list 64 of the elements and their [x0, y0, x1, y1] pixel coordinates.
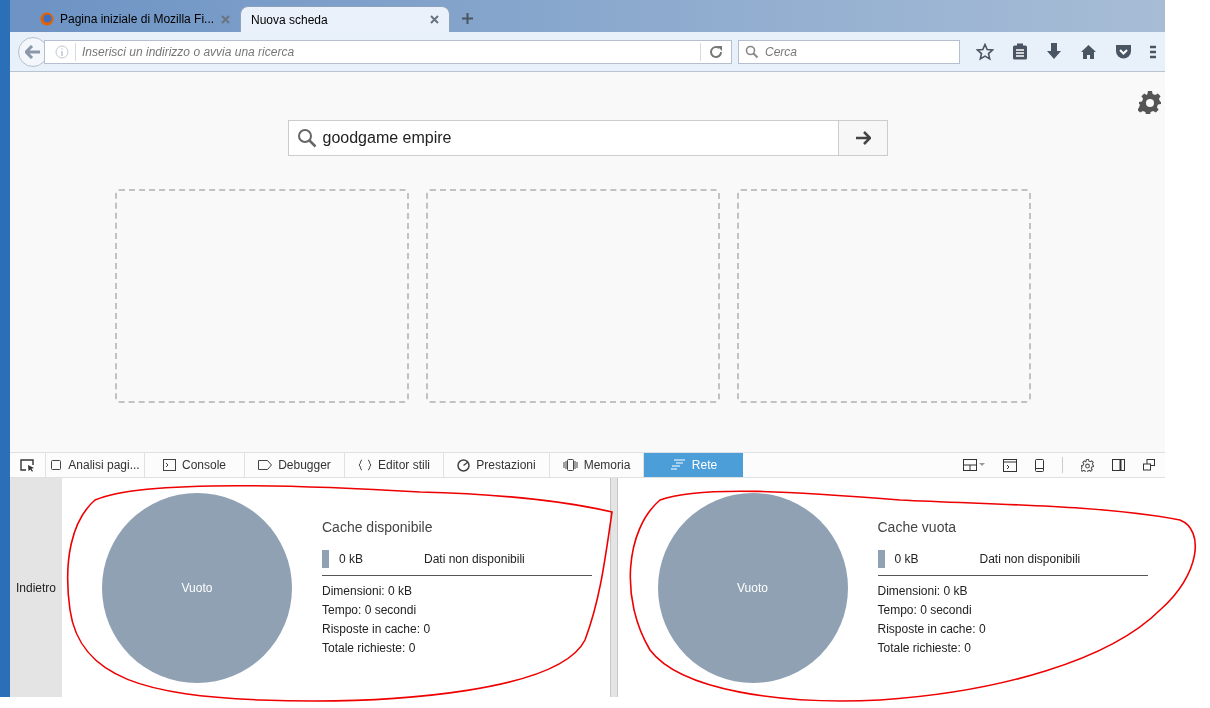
stat-line: Dimensioni: 0 kB [877, 583, 969, 600]
devtools-tab[interactable]: Console [145, 453, 245, 477]
browser-tab[interactable]: Pagina iniziale di Mozilla Fi... [30, 6, 240, 32]
go-button[interactable] [837, 121, 887, 155]
phone-icon[interactable] [1035, 458, 1044, 472]
layout-icon[interactable] [963, 459, 985, 471]
back-arrow-icon [25, 44, 41, 59]
devtools-tab[interactable]: Prestazioni [444, 453, 550, 477]
clipboard-icon[interactable] [1012, 43, 1028, 60]
undock-icon[interactable] [1143, 459, 1155, 471]
address-bar[interactable]: Inserisci un indirizzo o avvia una ricerca [44, 39, 732, 64]
legend-label: Dati non disponibili [424, 551, 525, 568]
search-icon [745, 44, 759, 59]
legend-label: Dati non disponibili [979, 551, 1081, 568]
pie-label: Vuoto [737, 579, 768, 597]
tag-icon [258, 460, 273, 470]
legend-size: 0 kB [339, 551, 364, 568]
stat-line: Risposte in cache: 0 [322, 621, 432, 638]
panel-title: Cache disponibile [322, 518, 434, 537]
right-arrow-icon [854, 131, 871, 145]
console-icon [163, 459, 176, 471]
frame-icon [50, 459, 63, 471]
braces-icon [358, 459, 372, 471]
picker-icon[interactable] [20, 458, 35, 472]
stat-line: Tempo: 0 secondi [877, 602, 973, 619]
download-icon[interactable] [1046, 43, 1062, 60]
chip-icon [562, 459, 578, 471]
newtab-search-bar[interactable]: goodgame empire [287, 120, 888, 156]
browser-tab[interactable]: Nuova scheda [240, 6, 450, 32]
pie-label: Vuoto [181, 579, 213, 597]
settings-icon[interactable] [1081, 458, 1094, 472]
panel-splitter[interactable] [609, 478, 618, 697]
devtools-tab[interactable]: Editor stili [345, 453, 444, 477]
reload-icon[interactable] [709, 44, 723, 59]
search-field[interactable]: Cerca [765, 42, 959, 61]
stat-line: Dimensioni: 0 kB [322, 583, 414, 600]
legend-swatch [877, 550, 885, 568]
search-bar[interactable]: Cerca [738, 39, 960, 64]
settings-icon[interactable] [1138, 90, 1162, 114]
gauge-icon [457, 458, 471, 472]
close-icon[interactable] [430, 15, 439, 24]
legend-size: 0 kB [894, 551, 920, 568]
stat-line: Totale richieste: 0 [322, 640, 417, 657]
devtools-tab[interactable]: Debugger [245, 453, 345, 477]
search-field[interactable]: goodgame empire [322, 126, 838, 150]
search-icon [296, 128, 317, 148]
legend-swatch [322, 550, 329, 568]
panel-title: Cache vuota [877, 518, 958, 537]
stat-line: Totale richieste: 0 [877, 640, 972, 657]
menu-icon[interactable] [1150, 44, 1156, 59]
info-icon [55, 44, 69, 59]
home-icon[interactable] [1080, 43, 1097, 60]
back-label[interactable]: Indietro [16, 578, 56, 597]
globe-icon [40, 12, 54, 26]
stat-line: Risposte in cache: 0 [877, 621, 987, 638]
star-icon[interactable] [976, 42, 994, 61]
pocket-icon[interactable] [1115, 43, 1132, 60]
network-icon [669, 459, 686, 471]
devtools-tab[interactable]: Analisi pagi... [46, 453, 145, 477]
address-field[interactable]: Inserisci un indirizzo o avvia una ricerca [82, 42, 700, 61]
console-icon[interactable] [1003, 458, 1017, 472]
stat-line: Tempo: 0 secondi [322, 602, 418, 619]
sidebar-icon[interactable] [1112, 459, 1125, 471]
plus-icon[interactable] [462, 13, 473, 24]
